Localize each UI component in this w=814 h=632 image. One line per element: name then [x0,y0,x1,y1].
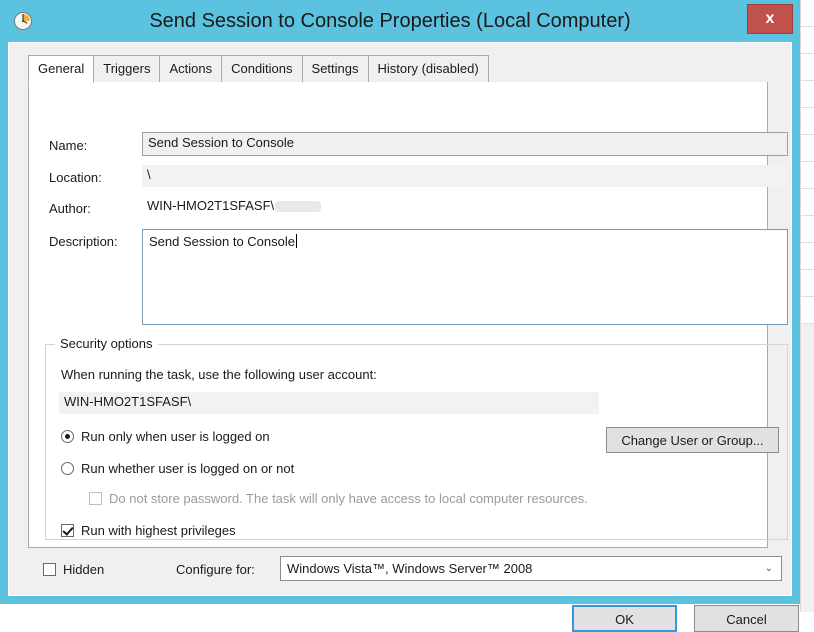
chevron-down-icon[interactable]: ⌄ [765,557,773,580]
change-user-or-group-button[interactable]: Change User or Group... [606,427,779,453]
option-run-whether-logged-on[interactable]: Run whether user is logged on or not [61,461,294,476]
background-row [801,243,814,270]
background-row [801,135,814,162]
background-row [801,216,814,243]
clock-task-icon [13,11,33,31]
background-row [801,108,814,135]
background-row [801,27,814,54]
configure-for-value: Windows Vista™, Windows Server™ 2008 [287,561,533,576]
title-bar: Send Session to Console Properties (Loca… [0,0,800,42]
close-icon[interactable]: x [747,4,793,34]
background-row [801,270,814,297]
window-title: Send Session to Console Properties (Loca… [149,10,631,32]
option-do-not-store-password: Do not store password. The task will onl… [89,491,588,506]
option-label: Run whether user is logged on or not [81,461,295,476]
redaction-block [275,201,322,213]
option-run-highest-privileges[interactable]: Run with highest privileges [61,523,236,538]
author-label: Author: [49,201,91,216]
background-row [801,54,814,81]
location-label: Location: [49,170,102,185]
background-row [801,0,814,27]
tab-strip: General Triggers Actions Conditions Sett… [28,55,768,84]
background-row [801,189,814,216]
checkbox-do-not-store-password [89,492,102,505]
dialog-body: General Triggers Actions Conditions Sett… [8,42,799,632]
background-row [801,297,814,324]
ok-button[interactable]: OK [572,605,677,632]
tab-triggers[interactable]: Triggers [93,55,161,82]
hidden-label: Hidden [63,562,105,577]
description-value: Send Session to Console [149,234,295,249]
radio-run-only-logged-on[interactable] [61,430,74,443]
description-textarea[interactable]: Send Session to Console [142,229,788,325]
properties-dialog-window: Send Session to Console Properties (Loca… [0,0,800,632]
text-caret [295,234,297,248]
option-label: Run only when user is logged on [81,429,270,444]
tab-settings[interactable]: Settings [301,55,369,82]
tab-general[interactable]: General [28,55,95,83]
name-label: Name: [49,138,88,153]
tab-conditions[interactable]: Conditions [221,55,303,82]
cancel-button[interactable]: Cancel [694,605,799,632]
user-account-field: WIN-HMO2T1SFASF\ [59,392,599,414]
location-field: \ [142,165,788,187]
background-window [800,0,814,612]
account-prompt: When running the task, use the following… [61,367,377,382]
checkbox-hidden[interactable] [43,563,56,576]
background-row [801,162,814,189]
author-field: WIN-HMO2T1SFASF\ [142,196,788,218]
tab-history[interactable]: History (disabled) [367,55,489,82]
option-label: Do not store password. The task will onl… [109,491,588,506]
background-row [801,81,814,108]
description-label: Description: [49,234,118,249]
option-label: Run with highest privileges [81,523,236,538]
name-field[interactable]: Send Session to Console [142,132,788,156]
configure-for-label: Configure for: [176,562,255,577]
security-options-legend: Security options [55,336,158,351]
radio-run-whether-logged-on[interactable] [61,462,74,475]
hidden-option[interactable]: Hidden [43,562,104,577]
option-run-only-logged-on[interactable]: Run only when user is logged on [61,429,270,444]
author-value: WIN-HMO2T1SFASF\ [147,198,275,213]
checkbox-run-highest-privileges[interactable] [61,524,74,537]
general-tab-panel: Name: Send Session to Console Location: … [28,82,788,548]
tab-actions[interactable]: Actions [159,55,223,82]
configure-for-dropdown[interactable]: Windows Vista™, Windows Server™ 2008 ⌄ [280,556,782,581]
